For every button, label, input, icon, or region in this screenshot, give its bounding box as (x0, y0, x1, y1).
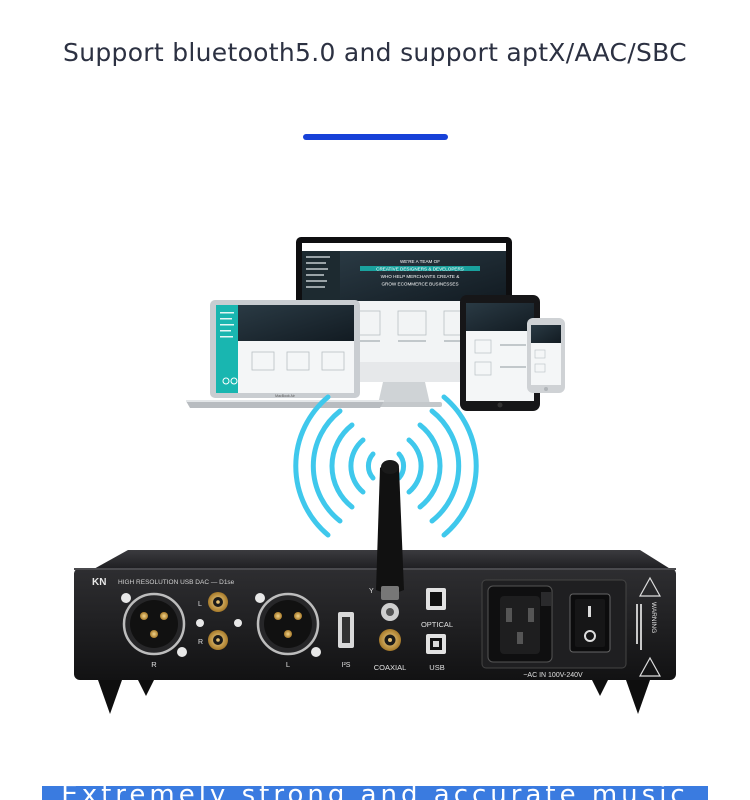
usb-label: USB (429, 663, 444, 672)
power-switch[interactable] (569, 593, 611, 653)
usb-dac-device: KN HIGH RESOLUTION USB DAC — D1se R L R (74, 460, 676, 714)
model-label: HIGH RESOLUTION USB DAC — D1se (118, 579, 235, 586)
product-scene: WE'RE A TEAM OF CREATIVE DESIGNERS & DEV… (74, 237, 676, 714)
antenna-label: Y (369, 588, 374, 595)
optical-label: OPTICAL (421, 620, 453, 629)
coaxial-port (379, 629, 401, 651)
laptop-label: MacBook Air (275, 394, 295, 398)
smartphone (527, 318, 565, 393)
warning-label: WARNING (650, 602, 657, 633)
power-inlet-panel (481, 579, 627, 669)
rca-left-label: L (198, 601, 202, 608)
power-label: ~AC IN 100V-240V (523, 672, 583, 679)
optical-port (426, 588, 446, 610)
xlr-left-label: L (286, 660, 290, 669)
usb-port (426, 634, 446, 654)
monitor-text-4: GROW ECOMMERCE BUSINESSES (381, 282, 458, 287)
monitor-text-1: WE'RE A TEAM OF (400, 259, 440, 264)
i2s-label: I²S (342, 662, 351, 669)
monitor-text-2: CREATIVE DESIGNERS & DEVELOPERS (376, 267, 464, 272)
i2s-port (338, 612, 354, 648)
spike-feet (98, 680, 650, 714)
xlr-right-label: R (151, 660, 157, 669)
laptop: MacBook Air (186, 300, 384, 408)
bottom-banner-text: Extremely strong and accurate music sing… (42, 786, 708, 800)
devices-group: WE'RE A TEAM OF CREATIVE DESIGNERS & DEV… (186, 237, 565, 411)
monitor-text-3: WHO HELP MERCHANTS CREATE & (381, 274, 460, 279)
bottom-banner: Extremely strong and accurate music sing… (42, 786, 708, 800)
rca-right-jack (208, 592, 228, 612)
rca-left-jack (208, 630, 228, 650)
coaxial-label: COAXIAL (374, 663, 407, 672)
brand-logo: KN (92, 577, 106, 588)
rca-right-label: R (198, 639, 203, 646)
